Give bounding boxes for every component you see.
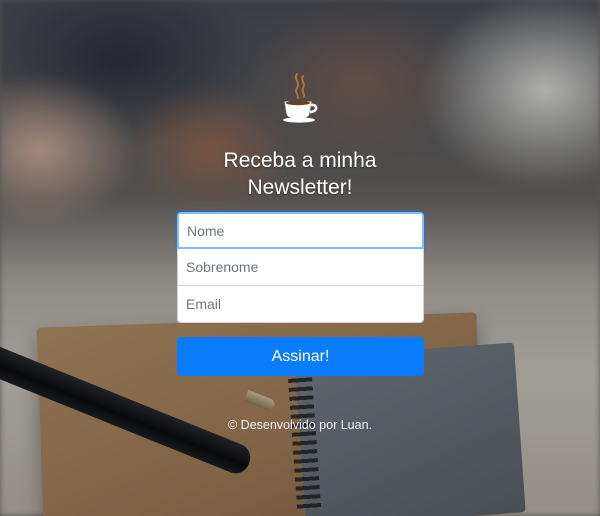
page-title: Receba a minha Newsletter! [150, 147, 450, 201]
footer-credit: © Desenvolvido por Luan. [227, 418, 373, 432]
subscribe-button[interactable]: Assinar! [177, 337, 424, 376]
newsletter-form [177, 212, 424, 323]
title-line-1: Receba a minha [223, 149, 377, 172]
email-input[interactable] [177, 286, 424, 323]
signup-container: Receba a minha Newsletter! Assinar! © De… [0, 0, 600, 516]
name-input[interactable] [177, 212, 424, 249]
title-line-2: Newsletter! [247, 176, 353, 199]
coffee-cup-icon [281, 70, 321, 124]
surname-input[interactable] [177, 249, 424, 286]
